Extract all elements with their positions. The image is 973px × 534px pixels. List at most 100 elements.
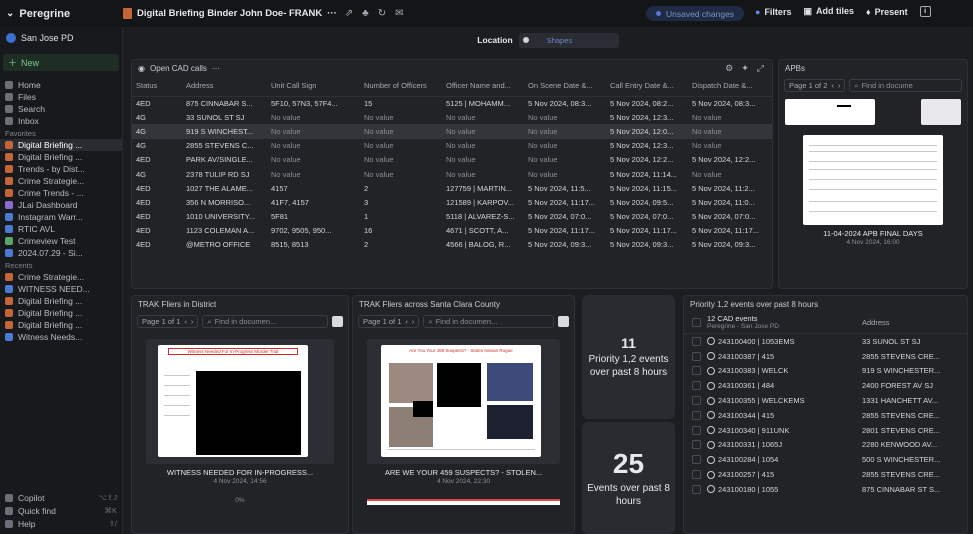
table-row[interactable]: 4ED @METRO OFFICE 8515, 8513 2 4566 | BALOG,…	[132, 238, 772, 252]
sidebar-favorite-item[interactable]: Crime Strategie...	[0, 175, 122, 187]
sidebar-favorite-item[interactable]: RTIC AVL	[0, 223, 122, 235]
list-item[interactable]: 243100400 | 1053EMS 33 SUNOL ST SJ	[684, 334, 967, 349]
table-row[interactable]: 4ED 875 CINNABAR S... 5F10, 57N3, 57F4... 1…	[132, 96, 772, 110]
column-header[interactable]: On Scene Date &...	[524, 76, 606, 97]
sidebar-favorite-item[interactable]: Digital Briefing ...	[0, 151, 122, 163]
row-checkbox[interactable]	[692, 484, 701, 494]
workspace-item[interactable]: San Jose PD	[0, 27, 122, 49]
apb-document-title[interactable]: 11-04-2024 APB FINAL DAYS	[779, 229, 967, 238]
table-row[interactable]: 4ED PARK AV/SINGLE... No value No value No v…	[132, 153, 772, 167]
sidebar-recent-item[interactable]: WITNESS NEED...	[0, 283, 122, 295]
find-in-document-input[interactable]: ⌕ Find in documen...	[202, 315, 328, 328]
more-icon[interactable]: ···	[212, 64, 220, 73]
row-checkbox[interactable]	[692, 425, 701, 435]
page-indicator[interactable]: Page 1 of 1 ‹ ›	[137, 315, 199, 328]
prev-icon[interactable]: ‹	[405, 317, 408, 326]
row-checkbox[interactable]	[692, 440, 701, 450]
list-item[interactable]: 243100331 | 1065J 2280 KENWOOD AV...	[684, 438, 967, 453]
list-item[interactable]: 243100344 | 415 2855 STEVENS CRE...	[684, 408, 967, 423]
row-checkbox[interactable]	[692, 470, 701, 480]
row-checkbox[interactable]	[692, 366, 701, 376]
sidebar-recent-item[interactable]: Digital Briefing ...	[0, 307, 122, 319]
refresh-icon[interactable]: ↻	[378, 8, 386, 19]
list-item[interactable]: 243100257 | 415 2855 STEVENS CRE...	[684, 467, 967, 482]
sidebar-recent-item[interactable]: Witness Needs...	[0, 331, 122, 343]
row-checkbox[interactable]	[692, 396, 701, 406]
table-row[interactable]: 4G 2855 STEVENS C... No value No value No va…	[132, 139, 772, 153]
apb-document-thumbnail[interactable]	[803, 135, 943, 225]
sidebar-item-quick-find[interactable]: Quick find ⌘K	[0, 504, 123, 517]
sidebar-recent-item[interactable]: Digital Briefing ...	[0, 319, 122, 331]
add-tiles-button[interactable]: ▣ Add tiles	[803, 6, 854, 17]
column-header[interactable]: Dispatch Date &...	[688, 76, 772, 97]
list-item[interactable]: 243100387 | 415 2855 STEVENS CRE...	[684, 349, 967, 364]
document-title[interactable]: Digital Briefing Binder John Doe- FRANK …	[123, 8, 337, 19]
trak1-document-thumbnail[interactable]: Witness Needed For In-Progress Murder Tr…	[158, 345, 308, 457]
table-row[interactable]: 4G 2378 TULIP RD SJ No value No value No val…	[132, 167, 772, 181]
sidebar-item-help[interactable]: Help ⇧/	[0, 517, 123, 530]
trak2-document-thumbnail[interactable]: Are You Your 459 Suspects? - Stolen Niss…	[381, 345, 541, 457]
column-header[interactable]: Call Entry Date &...	[606, 76, 688, 97]
find-in-document-input[interactable]: ⌕ Find in documen...	[423, 315, 554, 328]
prev-icon[interactable]: ‹	[184, 317, 187, 326]
location-select[interactable]: Shapes	[518, 32, 619, 48]
column-header[interactable]: Address	[182, 76, 267, 97]
sidebar-favorite-item[interactable]: Crime Trends - ...	[0, 187, 122, 199]
expand-icon[interactable]: ⤢	[757, 63, 764, 74]
list-item[interactable]: 243100180 | 1055 875 CINNABAR ST S...	[684, 482, 967, 497]
pin-icon[interactable]: ✦	[741, 63, 749, 74]
address-column-header[interactable]: Address	[862, 318, 890, 327]
table-row[interactable]: 4ED 1010 UNIVERSITY... 5F81 1 5118 | ALVAREZ…	[132, 210, 772, 224]
settings-icon[interactable]: ⚙	[725, 63, 733, 74]
sidebar-favorite-item[interactable]: JLai Dashboard	[0, 199, 122, 211]
next-icon[interactable]: ›	[191, 317, 194, 326]
info-icon[interactable]: i	[919, 6, 931, 17]
table-row[interactable]: 4ED 356 N MORRISO... 41F7, 4157 3 121589 | K…	[132, 195, 772, 209]
bell-icon[interactable]: ♣	[362, 8, 369, 19]
row-checkbox[interactable]	[692, 381, 701, 391]
page-indicator[interactable]: Page 1 of 2 ‹ ›	[784, 79, 846, 92]
trak2-document-title[interactable]: ARE WE YOUR 459 SUSPECTS? - STOLEN...	[353, 468, 574, 477]
sidebar-item-search[interactable]: Search	[0, 103, 122, 115]
more-icon[interactable]: ···	[327, 8, 337, 19]
present-button[interactable]: ♦ Present	[866, 7, 908, 17]
sidebar-item-copilot[interactable]: Copilot ⌥⇧J	[0, 491, 123, 504]
table-row[interactable]: 4ED 1123 COLEMAN A... 9702, 9505, 950... 16…	[132, 224, 772, 238]
sidebar-recent-item[interactable]: Crime Strategie...	[0, 271, 122, 283]
minus-icon[interactable]	[558, 316, 569, 327]
next-document-thumbnail[interactable]	[367, 499, 560, 505]
row-checkbox[interactable]	[692, 455, 701, 465]
sidebar-favorite-item[interactable]: Trends - by Dist...	[0, 163, 122, 175]
find-in-document-input[interactable]: ⌕ Find in docume	[849, 79, 962, 92]
select-all-checkbox[interactable]	[692, 318, 701, 327]
row-checkbox[interactable]	[692, 351, 701, 361]
list-item[interactable]: 243100284 | 1054 500 S WINCHESTER...	[684, 452, 967, 467]
apb-thumbnail[interactable]	[921, 99, 961, 125]
filters-button[interactable]: ● Filters	[755, 7, 791, 17]
mail-icon[interactable]: ✉	[395, 8, 403, 19]
sidebar-favorite-item[interactable]: Digital Briefing ...	[0, 139, 122, 151]
new-button[interactable]: ＋ New	[3, 54, 119, 71]
workspace-switcher[interactable]: ⌄ Peregrine	[0, 8, 123, 20]
minus-icon[interactable]	[332, 316, 343, 327]
sidebar-item-inbox[interactable]: Inbox	[0, 115, 122, 127]
row-checkbox[interactable]	[692, 410, 701, 420]
sidebar-favorite-item[interactable]: 2024.07.29 - Si...	[0, 247, 122, 259]
row-checkbox[interactable]	[692, 336, 701, 346]
sidebar-recent-item[interactable]: Digital Briefing ...	[0, 295, 122, 307]
prev-icon[interactable]: ‹	[831, 81, 834, 90]
list-item[interactable]: 243100361 | 484 2400 FOREST AV SJ	[684, 378, 967, 393]
trak1-document-title[interactable]: WITNESS NEEDED FOR IN-PROGRESS...	[132, 468, 348, 477]
column-header[interactable]: Officer Name and...	[442, 76, 524, 97]
table-row[interactable]: 4G 919 S WINCHEST... No value No value No va…	[132, 124, 772, 139]
apb-thumbnail[interactable]	[785, 99, 875, 125]
sidebar-item-files[interactable]: Files	[0, 91, 122, 103]
next-icon[interactable]: ›	[412, 317, 415, 326]
page-indicator[interactable]: Page 1 of 1 ‹ ›	[358, 315, 420, 328]
sidebar-favorite-item[interactable]: Crimeview Test	[0, 235, 122, 247]
next-icon[interactable]: ›	[838, 81, 841, 90]
list-item[interactable]: 243100355 | WELCKEMS 1331 HANCHETT AV...	[684, 393, 967, 408]
list-item[interactable]: 243100340 | 911UNK 2801 STEVENS CRE...	[684, 423, 967, 438]
list-item[interactable]: 243100383 | WELCK 919 S WINCHESTER...	[684, 364, 967, 379]
sidebar-item-home[interactable]: Home	[0, 79, 122, 91]
